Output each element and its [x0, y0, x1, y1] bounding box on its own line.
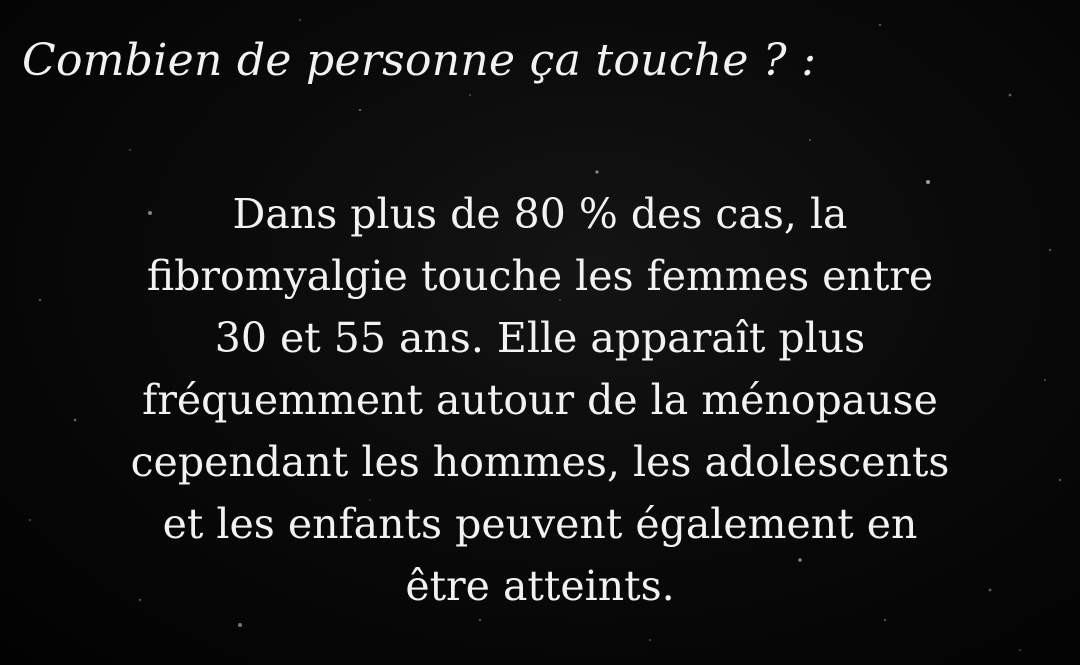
- paragraph-line: Dans plus de 80 % des cas, la: [232, 190, 848, 238]
- paragraph-line: cependant les hommes, les adolescents: [130, 438, 950, 486]
- paragraph-line: être atteints.: [405, 562, 675, 610]
- paragraph: Dans plus de 80 % des cas, la fibromyalg…: [40, 183, 1040, 617]
- paragraph-line: fréquemment autour de la ménopause: [142, 376, 938, 424]
- paragraph-line: 30 et 55 ans. Elle apparaît plus: [214, 314, 866, 362]
- paragraph-line: fibromyalgie touche les femmes entre: [146, 252, 934, 300]
- starry-background: Combien de personne ça touche ? : Dans p…: [0, 0, 1080, 665]
- heading: Combien de personne ça touche ? :: [22, 35, 817, 86]
- paragraph-line: et les enfants peuvent également en: [162, 500, 918, 548]
